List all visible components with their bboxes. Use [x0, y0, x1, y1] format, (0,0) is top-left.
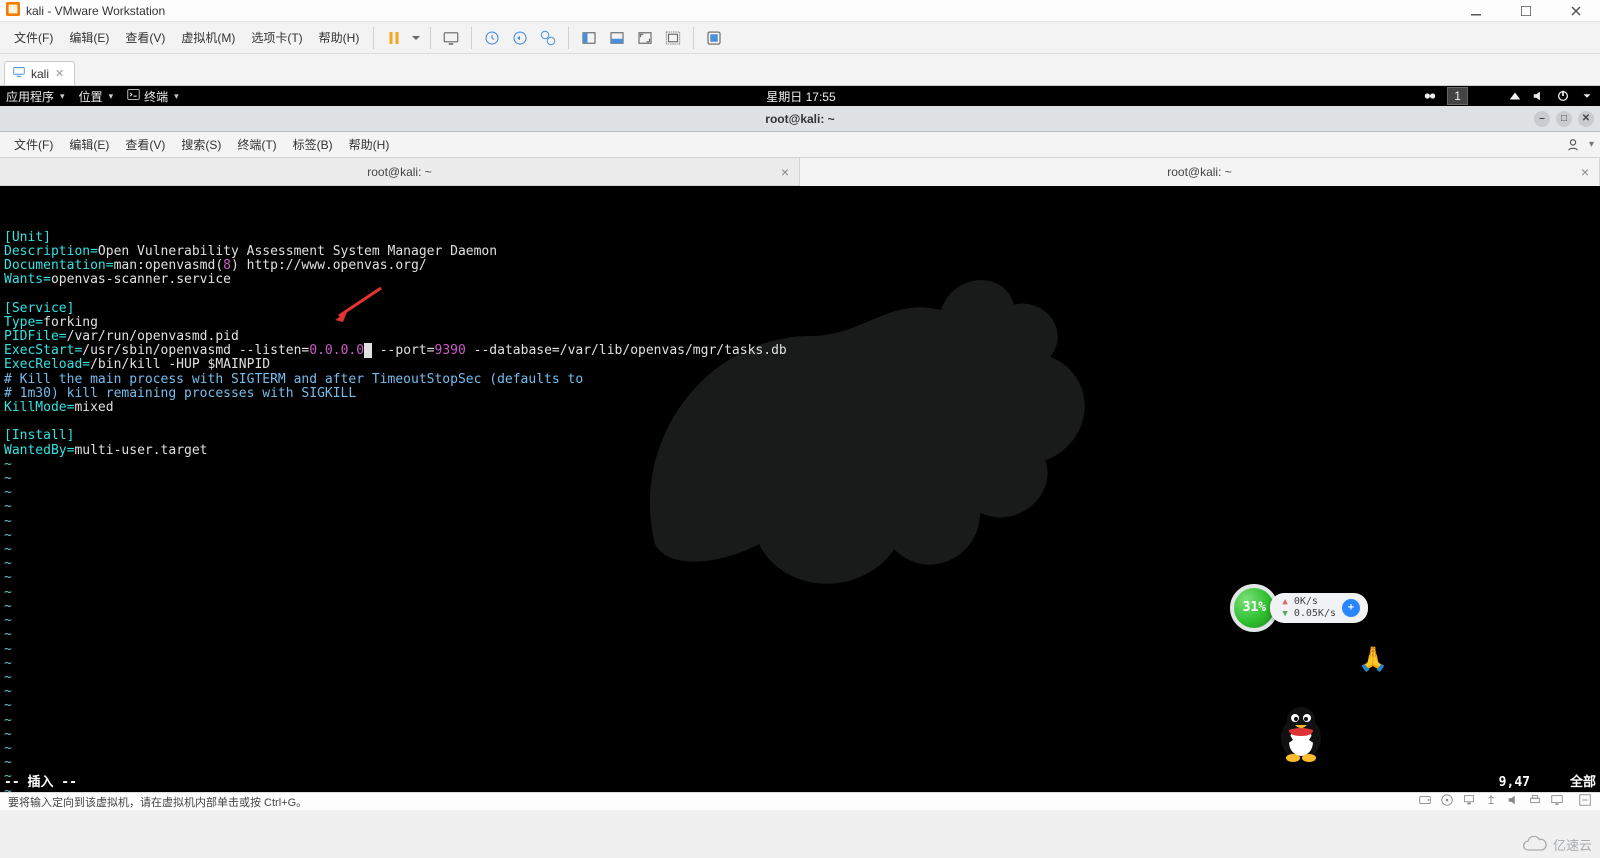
menu-view[interactable]: 查看(V)	[117, 25, 173, 50]
kali-window-maximize-button[interactable]: □	[1556, 111, 1572, 127]
watermark-logo: 亿速云	[1521, 835, 1592, 854]
qq-penguin-icon[interactable]	[1238, 686, 1302, 750]
kali-window-minimize-button[interactable]: –	[1534, 111, 1550, 127]
cloud-icon	[1521, 836, 1549, 854]
watermark-text: 亿速云	[1553, 835, 1592, 854]
monitor-download: 0.05K/s	[1294, 608, 1336, 619]
device-sound-icon[interactable]	[1506, 793, 1520, 810]
snapshot-revert-button[interactable]	[506, 24, 534, 52]
menu-file[interactable]: 文件(F)	[6, 25, 61, 50]
annotation-arrow-icon	[302, 272, 352, 308]
kali-terminal-menu-bar: 文件(F) 编辑(E) 查看(V) 搜索(S) 终端(T) 标签(B) 帮助(H…	[0, 132, 1600, 158]
tray-dropdown-icon[interactable]	[1580, 89, 1594, 103]
term-menu-search[interactable]: 搜索(S)	[173, 132, 229, 157]
unity-mode-button[interactable]	[700, 24, 728, 52]
terminal-tab-1[interactable]: root@kali: ~ ×	[0, 158, 800, 186]
term-menu-tabs[interactable]: 标签(B)	[285, 132, 341, 157]
monitor-upload: 0K/s	[1294, 596, 1318, 607]
vim-mode: -- 插入 --	[4, 776, 77, 790]
chevron-down-icon[interactable]: ▾	[1589, 139, 1594, 150]
vmware-status-bar: 要将输入定向到该虚拟机，请在虚拟机内部单击或按 Ctrl+G。	[0, 792, 1600, 810]
kali-clock[interactable]: 星期日 17:55	[766, 88, 835, 105]
vmware-status-text: 要将输入定向到该虚拟机，请在虚拟机内部单击或按 Ctrl+G。	[8, 794, 307, 810]
monitor-icon	[13, 66, 25, 81]
menu-vm[interactable]: 虚拟机(M)	[173, 25, 243, 50]
term-menu-file[interactable]: 文件(F)	[6, 132, 61, 157]
tray-workspace-indicator[interactable]: 1	[1447, 87, 1468, 105]
separator-icon	[471, 27, 472, 49]
kali-dragon-icon	[572, 216, 1092, 636]
term-menu-terminal[interactable]: 终端(T)	[229, 132, 284, 157]
snapshot-manager-button[interactable]	[534, 24, 562, 52]
menu-tabs[interactable]: 选项卡(T)	[243, 25, 310, 50]
emoji-pray-icon: 🙏	[1358, 652, 1388, 666]
terminal-icon	[127, 88, 140, 104]
vmware-title-text: kali - VMware Workstation	[26, 4, 165, 18]
vm-tab-label: kali	[31, 67, 49, 81]
close-icon[interactable]: ×	[1581, 164, 1589, 180]
close-icon[interactable]: ×	[781, 164, 789, 180]
separator-icon	[373, 27, 374, 49]
separator-icon	[568, 27, 569, 49]
term-menu-view[interactable]: 查看(V)	[117, 132, 173, 157]
terminal-tab-2-active[interactable]: root@kali: ~ ×	[800, 158, 1600, 186]
device-cd-icon[interactable]	[1440, 793, 1454, 810]
tray-network-icon[interactable]	[1508, 89, 1522, 103]
close-tab-button[interactable]: ✕	[55, 67, 64, 80]
send-ctrl-alt-del-button[interactable]	[437, 24, 465, 52]
device-hdd-icon[interactable]	[1418, 793, 1432, 810]
device-display-icon[interactable]	[1550, 793, 1564, 810]
window-close-button[interactable]	[1556, 1, 1596, 21]
kali-places-menu[interactable]: 位置▾	[79, 88, 114, 105]
vim-extent: 全部	[1570, 776, 1596, 790]
pause-button[interactable]	[380, 24, 408, 52]
power-dropdown-button[interactable]	[408, 24, 424, 52]
window-minimize-button[interactable]	[1456, 1, 1496, 21]
vim-status-bar: -- 插入 -- 9,47 全部	[4, 776, 1596, 790]
device-net-icon[interactable]	[1462, 793, 1476, 810]
vmware-menu-bar: 文件(F) 编辑(E) 查看(V) 虚拟机(M) 选项卡(T) 帮助(H)	[0, 22, 1600, 54]
kali-window-close-button[interactable]: ✕	[1578, 111, 1594, 127]
vmware-icon	[6, 2, 20, 19]
kali-terminal-tabs: root@kali: ~ × root@kali: ~ ×	[0, 158, 1600, 186]
kali-top-bar: 应用程序▾ 位置▾ 终端▾ 星期日 17:55 1	[0, 86, 1600, 106]
tray-volume-icon[interactable]	[1532, 89, 1546, 103]
vim-editor-buffer[interactable]: [Unit] Description=Open Vulnerability As…	[0, 186, 1600, 792]
view-console-button[interactable]	[603, 24, 631, 52]
term-menu-edit[interactable]: 编辑(E)	[61, 132, 117, 157]
separator-icon	[693, 27, 694, 49]
kali-terminal-menu[interactable]: 终端▾	[127, 88, 179, 105]
view-single-button[interactable]	[575, 24, 603, 52]
vm-tab-kali[interactable]: kali ✕	[4, 61, 75, 85]
window-maximize-button[interactable]	[1506, 1, 1546, 21]
menu-help[interactable]: 帮助(H)	[311, 25, 368, 50]
vmware-tab-bar: kali ✕	[0, 54, 1600, 86]
kali-window-title-text: root@kali: ~	[765, 112, 834, 126]
view-fullscreen-button[interactable]	[659, 24, 687, 52]
vmware-title-bar: kali - VMware Workstation	[0, 0, 1600, 22]
view-stretch-button[interactable]	[631, 24, 659, 52]
monitor-expand-button[interactable]: +	[1342, 599, 1360, 617]
kali-apps-menu[interactable]: 应用程序▾	[6, 88, 65, 105]
status-menu-button[interactable]	[1578, 793, 1592, 810]
device-usb-icon[interactable]	[1484, 793, 1498, 810]
separator-icon	[430, 27, 431, 49]
tray-record-icon[interactable]	[1423, 89, 1437, 103]
device-printer-icon[interactable]	[1528, 793, 1542, 810]
snapshot-take-button[interactable]	[478, 24, 506, 52]
vim-cursor-pos: 9,47	[1499, 776, 1530, 790]
speed-monitor-widget[interactable]: 31% ▲ 0K/s ▼ 0.05K/s + 🙏	[1230, 584, 1368, 632]
menu-edit[interactable]: 编辑(E)	[61, 25, 117, 50]
term-profile-button[interactable]	[1563, 135, 1583, 155]
term-menu-help[interactable]: 帮助(H)	[341, 132, 398, 157]
tray-power-icon[interactable]	[1556, 89, 1570, 103]
kali-window-titlebar[interactable]: root@kali: ~ – □ ✕	[0, 106, 1600, 132]
